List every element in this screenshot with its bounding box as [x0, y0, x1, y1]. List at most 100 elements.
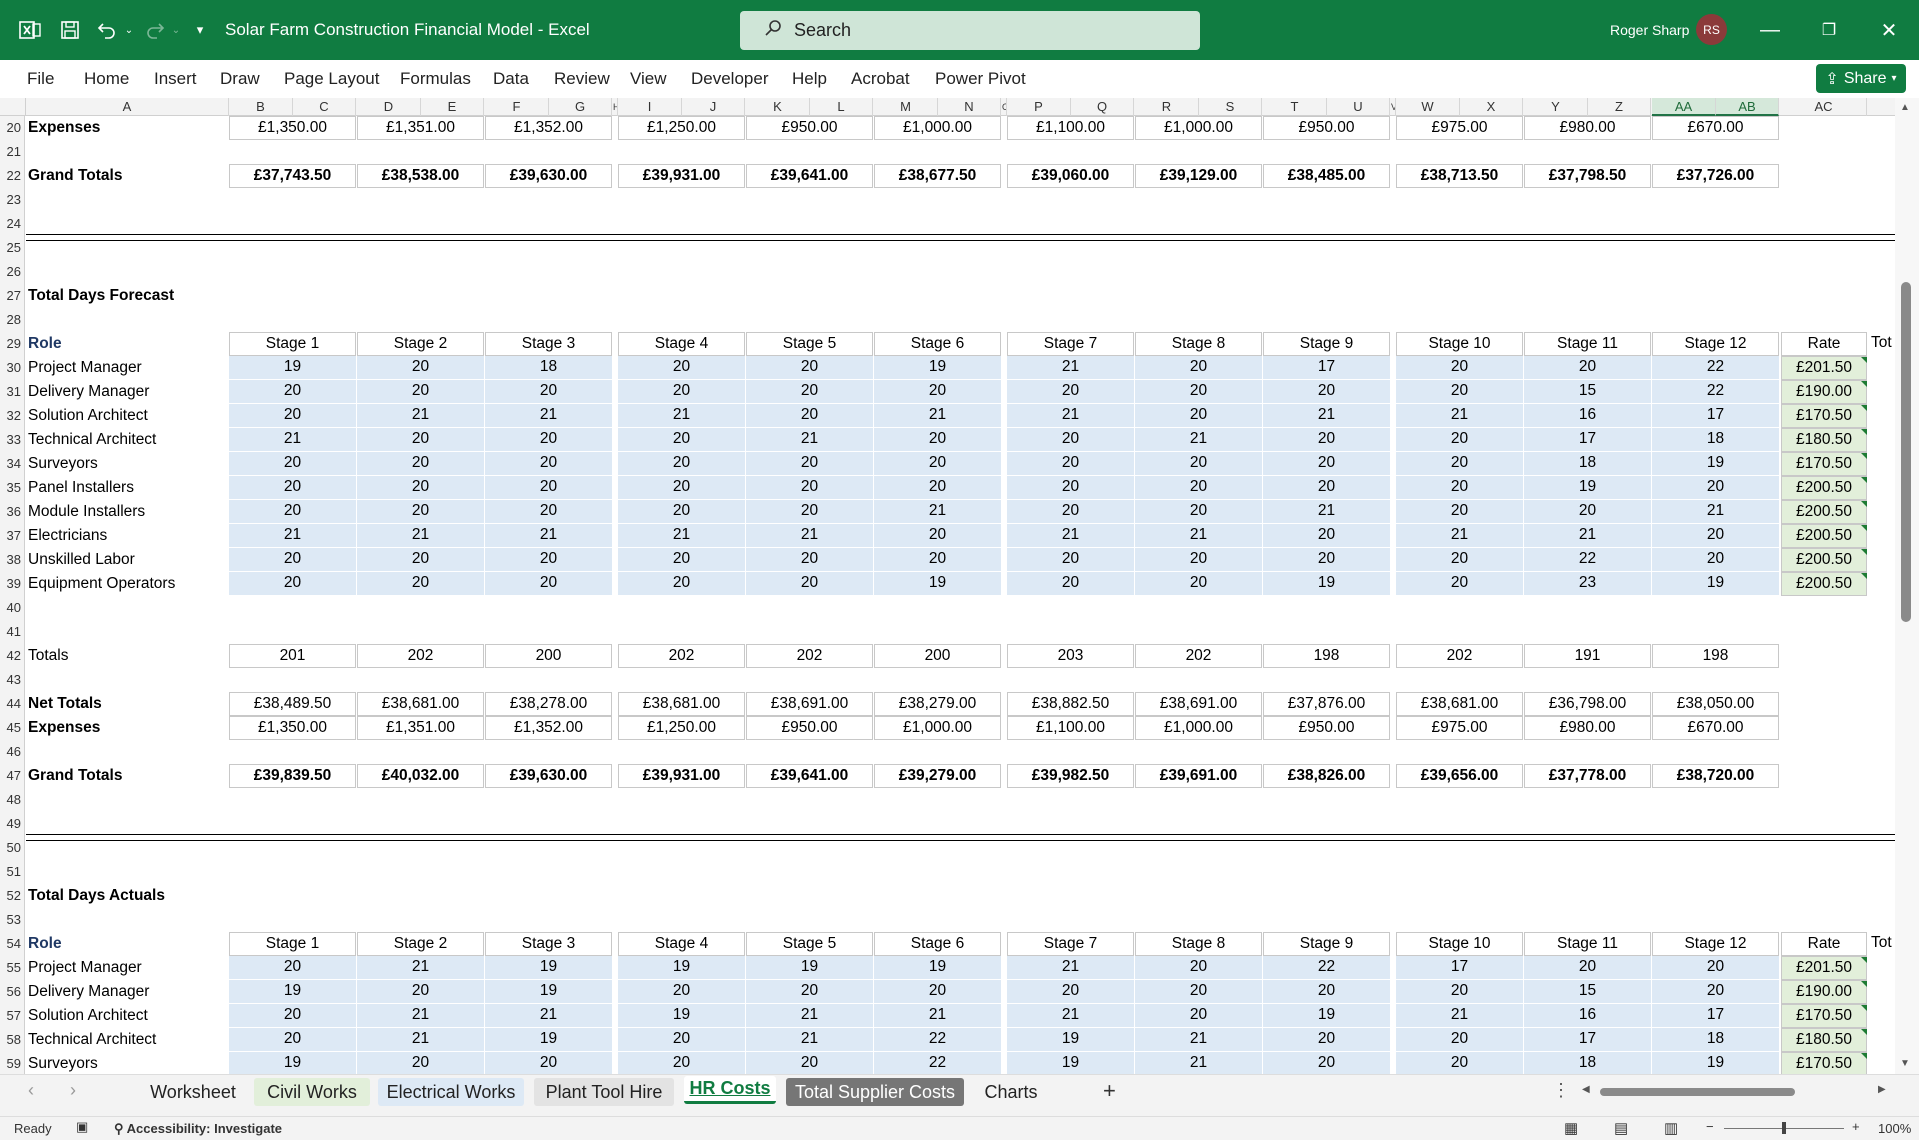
- grand-total-cell[interactable]: £40,032.00: [357, 764, 484, 788]
- actual-days-cell[interactable]: 17: [1652, 1004, 1779, 1028]
- expense-cell[interactable]: £1,352.00: [485, 716, 612, 740]
- net-total-cell[interactable]: £38,681.00: [357, 692, 484, 716]
- rate-cell[interactable]: £180.50: [1781, 1028, 1867, 1052]
- forecast-days-cell[interactable]: 19: [1652, 572, 1779, 596]
- total-days-cell[interactable]: 198: [1263, 644, 1390, 668]
- actual-days-cell[interactable]: 21: [746, 1004, 873, 1028]
- column-header-p[interactable]: P: [1007, 98, 1071, 116]
- actual-days-cell[interactable]: 20: [618, 1052, 745, 1074]
- expense-cell[interactable]: £1,350.00: [229, 116, 356, 140]
- total-days-cell[interactable]: 200: [485, 644, 612, 668]
- save-icon[interactable]: [55, 0, 85, 60]
- row-header-25[interactable]: 25: [0, 236, 25, 260]
- net-total-cell[interactable]: £36,798.00: [1524, 692, 1651, 716]
- forecast-days-cell[interactable]: 20: [1007, 380, 1134, 404]
- forecast-days-cell[interactable]: 21: [485, 524, 612, 548]
- forecast-days-cell[interactable]: 20: [618, 428, 745, 452]
- forecast-days-cell[interactable]: 20: [1524, 500, 1651, 524]
- column-header-o[interactable]: O: [1002, 98, 1007, 116]
- menu-acrobat[interactable]: Acrobat: [851, 69, 910, 89]
- forecast-days-cell[interactable]: 20: [874, 524, 1001, 548]
- tab-charts[interactable]: Charts: [974, 1078, 1048, 1106]
- forecast-days-cell[interactable]: 20: [229, 380, 356, 404]
- minimize-icon[interactable]: —: [1745, 0, 1795, 60]
- column-header-k[interactable]: K: [746, 98, 810, 116]
- forecast-days-cell[interactable]: 22: [1652, 380, 1779, 404]
- row-header-37[interactable]: 37: [0, 524, 25, 548]
- grand-total-cell[interactable]: £39,129.00: [1135, 164, 1262, 188]
- row-header-53[interactable]: 53: [0, 908, 25, 932]
- row-header-29[interactable]: 29: [0, 332, 25, 356]
- grand-total-cell[interactable]: £39,931.00: [618, 764, 745, 788]
- actual-days-cell[interactable]: 20: [1263, 1052, 1390, 1074]
- forecast-days-cell[interactable]: 20: [1135, 404, 1262, 428]
- menu-help[interactable]: Help: [792, 69, 827, 89]
- net-total-cell[interactable]: £38,050.00: [1652, 692, 1779, 716]
- forecast-days-cell[interactable]: 21: [1135, 524, 1262, 548]
- forecast-days-cell[interactable]: 17: [1263, 356, 1390, 380]
- zoom-out-icon[interactable]: −: [1706, 1119, 1714, 1134]
- actual-days-cell[interactable]: 17: [1396, 956, 1523, 980]
- forecast-days-cell[interactable]: 19: [1263, 572, 1390, 596]
- row-header-33[interactable]: 33: [0, 428, 25, 452]
- menu-insert[interactable]: Insert: [154, 69, 197, 89]
- actual-days-cell[interactable]: 20: [1524, 956, 1651, 980]
- forecast-days-cell[interactable]: 20: [746, 548, 873, 572]
- net-total-cell[interactable]: £38,489.50: [229, 692, 356, 716]
- actual-days-cell[interactable]: 21: [1007, 956, 1134, 980]
- grand-total-cell[interactable]: £38,826.00: [1263, 764, 1390, 788]
- share-button[interactable]: ⇪ Share ▾: [1816, 64, 1906, 93]
- row-header-42[interactable]: 42: [0, 644, 25, 668]
- total-days-cell[interactable]: 201: [229, 644, 356, 668]
- column-header-q[interactable]: Q: [1071, 98, 1134, 116]
- row-header-44[interactable]: 44: [0, 692, 25, 716]
- actual-days-cell[interactable]: 19: [1007, 1028, 1134, 1052]
- row-header-59[interactable]: 59: [0, 1052, 25, 1074]
- column-header-l[interactable]: L: [810, 98, 873, 116]
- forecast-days-cell[interactable]: 21: [357, 404, 484, 428]
- forecast-days-cell[interactable]: 20: [229, 476, 356, 500]
- net-total-cell[interactable]: £38,691.00: [1135, 692, 1262, 716]
- worksheet-grid[interactable]: 20 21 22 23 24 25 26 27 28 29 30 31 32 33 34 35 36 37 38 39…: [0, 116, 1895, 1074]
- grand-total-cell[interactable]: £39,641.00: [746, 164, 873, 188]
- forecast-days-cell[interactable]: 20: [357, 380, 484, 404]
- forecast-days-cell[interactable]: 20: [746, 380, 873, 404]
- actual-days-cell[interactable]: 19: [485, 1028, 612, 1052]
- actual-days-cell[interactable]: 19: [485, 980, 612, 1004]
- actual-days-cell[interactable]: 20: [1135, 1004, 1262, 1028]
- forecast-days-cell[interactable]: 20: [874, 548, 1001, 572]
- actual-days-cell[interactable]: 20: [1135, 980, 1262, 1004]
- row-header-51[interactable]: 51: [0, 860, 25, 884]
- rate-cell[interactable]: £200.50: [1781, 524, 1867, 548]
- actual-days-cell[interactable]: 18: [1652, 1028, 1779, 1052]
- actual-days-cell[interactable]: 20: [229, 956, 356, 980]
- expense-cell[interactable]: £975.00: [1396, 116, 1523, 140]
- expense-cell[interactable]: £1,000.00: [1135, 716, 1262, 740]
- row-header-50[interactable]: 50: [0, 836, 25, 860]
- forecast-days-cell[interactable]: 20: [1007, 428, 1134, 452]
- forecast-days-cell[interactable]: 20: [746, 356, 873, 380]
- expense-cell[interactable]: £950.00: [1263, 116, 1390, 140]
- column-header-r[interactable]: R: [1135, 98, 1199, 116]
- grand-total-cell[interactable]: £39,982.50: [1007, 764, 1134, 788]
- rate-cell[interactable]: £170.50: [1781, 1052, 1867, 1074]
- column-header-c[interactable]: C: [293, 98, 356, 116]
- forecast-days-cell[interactable]: 20: [1135, 500, 1262, 524]
- actual-days-cell[interactable]: 21: [1135, 1028, 1262, 1052]
- rate-cell[interactable]: £170.50: [1781, 452, 1867, 476]
- actual-days-cell[interactable]: 20: [229, 1004, 356, 1028]
- grand-total-cell[interactable]: £37,743.50: [229, 164, 356, 188]
- actual-days-cell[interactable]: 22: [874, 1052, 1001, 1074]
- forecast-days-cell[interactable]: 20: [1007, 452, 1134, 476]
- forecast-days-cell[interactable]: 20: [746, 500, 873, 524]
- forecast-days-cell[interactable]: 20: [1396, 380, 1523, 404]
- forecast-days-cell[interactable]: 20: [229, 548, 356, 572]
- grand-total-cell[interactable]: £39,931.00: [618, 164, 745, 188]
- actual-days-cell[interactable]: 20: [1396, 980, 1523, 1004]
- scroll-left-icon[interactable]: ◀: [1582, 1084, 1590, 1095]
- forecast-days-cell[interactable]: 20: [1263, 476, 1390, 500]
- row-header-36[interactable]: 36: [0, 500, 25, 524]
- tab-plant-tool-hire[interactable]: Plant Tool Hire: [534, 1078, 674, 1106]
- forecast-days-cell[interactable]: 20: [1135, 356, 1262, 380]
- actual-days-cell[interactable]: 19: [229, 1052, 356, 1074]
